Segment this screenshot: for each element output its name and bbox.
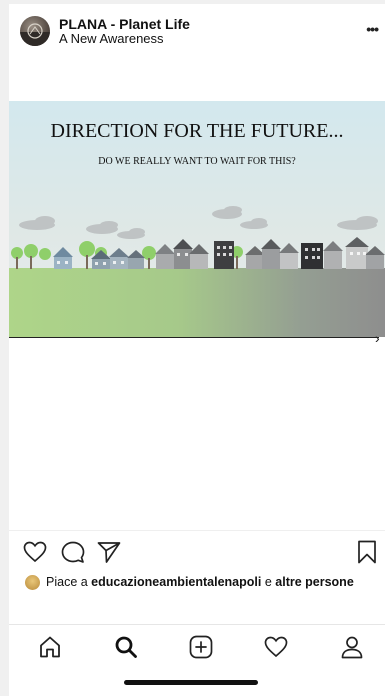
post-card: PLANA - Planet Life A New Awareness ••• — [9, 4, 385, 696]
likes-summary[interactable]: Piace a educazioneambientalenapoli e alt… — [25, 574, 385, 592]
heart-icon[interactable] — [23, 541, 47, 563]
account-avatar[interactable] — [20, 16, 50, 46]
likes-text: Piace a educazioneambientalenapoli e alt… — [46, 575, 354, 589]
image-subtitle: DO WE REALLY WANT TO WAIT FOR THIS? — [98, 156, 296, 167]
account-subtitle: A New Awareness — [59, 31, 164, 46]
home-indicator[interactable] — [124, 680, 258, 685]
bookmark-icon[interactable] — [357, 540, 377, 564]
search-icon[interactable] — [114, 635, 138, 659]
other-likers-link[interactable]: altre persone — [275, 575, 354, 589]
avatar-image-icon — [20, 23, 50, 46]
home-icon[interactable] — [38, 635, 62, 659]
post-image[interactable]: DIRECTION FOR THE FUTURE... DO WE REALLY… — [9, 101, 385, 337]
profile-icon[interactable] — [340, 635, 364, 659]
liker-username[interactable]: educazioneambientalenapoli — [91, 575, 261, 589]
nav-divider — [9, 624, 385, 625]
liker-avatar — [25, 575, 40, 590]
more-options-icon[interactable]: ••• — [366, 21, 379, 37]
account-name[interactable]: PLANA - Planet Life — [59, 16, 190, 32]
new-post-icon[interactable] — [189, 635, 213, 659]
comment-icon[interactable] — [61, 541, 85, 563]
divider — [9, 530, 385, 531]
next-image-icon[interactable]: › — [375, 330, 380, 346]
send-icon[interactable] — [97, 541, 121, 563]
image-title: DIRECTION FOR THE FUTURE... — [50, 120, 344, 142]
activity-icon[interactable] — [264, 635, 288, 659]
post-header: PLANA - Planet Life A New Awareness ••• — [9, 4, 385, 50]
image-bottom-line — [9, 337, 379, 338]
